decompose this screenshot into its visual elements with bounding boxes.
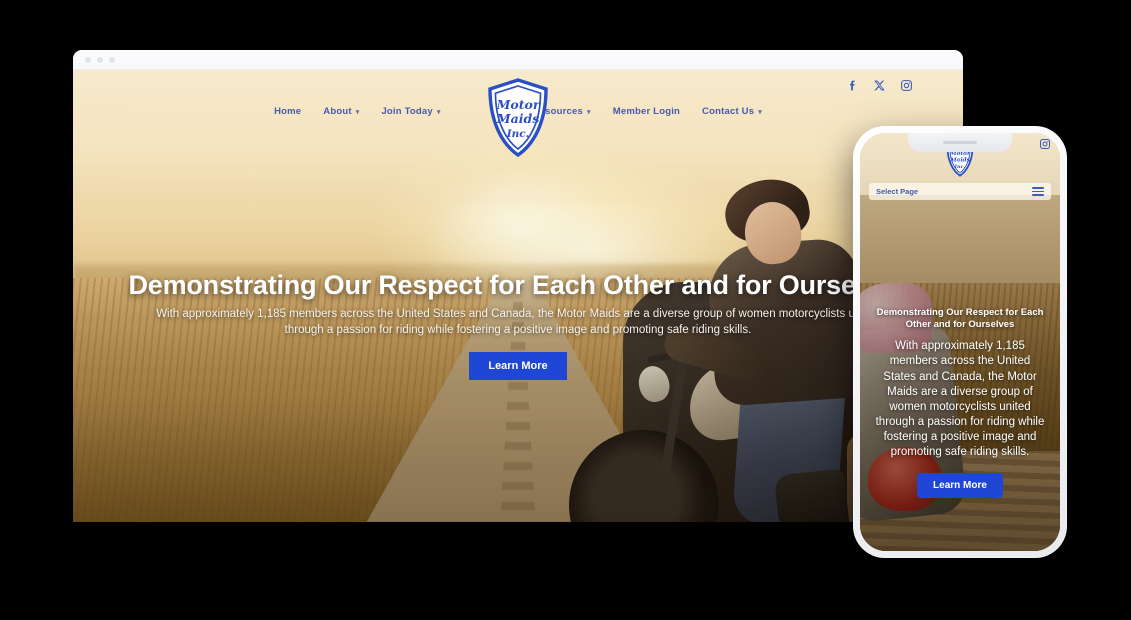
window-control-dot-close[interactable] [85,56,91,63]
desktop-browser-mockup: Home About ▾ Join Today ▾ Resources ▾ Me… [73,50,963,522]
x-twitter-icon[interactable] [873,79,886,92]
hero-subtitle: With approximately 1,185 members across … [156,308,880,336]
phone-screen: Motor Maids Inc. Select Page Demonstrati… [860,133,1060,551]
nav-item-contact-us-label: Contact Us [702,106,755,117]
nav-item-member-login[interactable]: Member Login [613,106,680,117]
hamburger-menu-icon[interactable] [1032,186,1044,197]
social-links [846,79,913,92]
nav-item-join-today-label: Join Today [381,106,433,117]
svg-text:Inc.: Inc. [506,128,530,140]
mobile-hero-subtitle: With approximately 1,185 members across … [875,340,1045,459]
site-header: Home About ▾ Join Today ▾ Resources ▾ Me… [73,70,963,158]
nav-item-about-label: About [323,106,352,117]
mobile-phone-mockup: Motor Maids Inc. Select Page Demonstrati… [853,126,1067,558]
nav-item-join-today[interactable]: Join Today ▾ [381,106,440,117]
mobile-select-page-dropdown[interactable]: Select Page [869,183,1051,200]
select-page-label: Select Page [876,187,919,196]
phone-notch [908,133,1012,152]
chevron-down-icon: ▾ [436,108,441,116]
motor-maids-shield-logo[interactable]: Motor Maids Inc. [486,78,550,158]
svg-text:Maids: Maids [496,111,539,126]
nav-item-home-label: Home [274,106,302,117]
chevron-down-icon: ▾ [758,108,762,116]
nav-item-about[interactable]: About ▾ [323,106,359,117]
chevron-down-icon: ▾ [355,108,360,116]
chevron-down-icon: ▾ [587,108,591,116]
facebook-icon[interactable] [846,79,859,92]
nav-item-contact-us[interactable]: Contact Us ▾ [702,106,762,117]
browser-title-bar [73,50,963,70]
learn-more-button[interactable]: Learn More [469,352,567,381]
instagram-icon[interactable] [1039,138,1051,150]
nav-left-group: Home About ▾ Join Today ▾ [274,106,441,117]
svg-text:Maids: Maids [949,158,971,164]
mobile-hero-content: Demonstrating Our Respect for Each Other… [860,307,1060,498]
mobile-hero-title: Demonstrating Our Respect for Each Other… [876,307,1044,330]
hero-content: Demonstrating Our Respect for Each Other… [73,270,963,381]
nav-right-group: Resources ▾ Member Login Contact Us ▾ [533,106,762,117]
svg-text:Inc.: Inc. [954,164,966,170]
nav-item-member-login-label: Member Login [612,106,681,117]
instagram-icon[interactable] [900,79,913,92]
window-control-dot-maximize[interactable] [109,56,115,63]
nav-item-home[interactable]: Home [274,106,301,117]
svg-text:Motor: Motor [496,97,541,112]
mobile-learn-more-button[interactable]: Learn More [917,472,1003,498]
hero-title: Demonstrating Our Respect for Each Other… [128,270,908,300]
window-control-dot-minimize[interactable] [97,56,103,63]
desktop-viewport: Home About ▾ Join Today ▾ Resources ▾ Me… [73,70,963,522]
